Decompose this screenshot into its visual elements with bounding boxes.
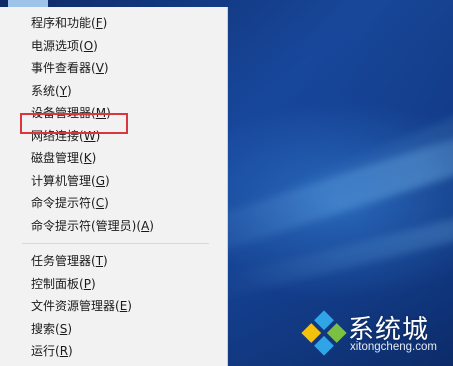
menu-item-search[interactable]: 搜索(S)	[0, 318, 227, 341]
menu-item-event-viewer[interactable]: 事件查看器(V)	[0, 57, 227, 80]
winx-context-menu: 程序和功能(F) 电源选项(O) 事件查看器(V) 系统(Y) 设备管理器(M)…	[0, 7, 228, 366]
menu-item-task-manager[interactable]: 任务管理器(T)	[0, 250, 227, 273]
menu-item-computer-management[interactable]: 计算机管理(G)	[0, 170, 227, 193]
menu-item-programs-features[interactable]: 程序和功能(F)	[0, 12, 227, 35]
menu-item-network-connections[interactable]: 网络连接(W)	[0, 125, 227, 148]
menu-item-device-manager[interactable]: 设备管理器(M)	[0, 102, 227, 125]
menu-item-command-prompt[interactable]: 命令提示符(C)	[0, 192, 227, 215]
menu-item-file-explorer[interactable]: 文件资源管理器(E)	[0, 295, 227, 318]
menu-item-command-prompt-admin[interactable]: 命令提示符(管理员)(A)	[0, 215, 227, 238]
menu-item-control-panel[interactable]: 控制面板(P)	[0, 273, 227, 296]
menu-item-run[interactable]: 运行(R)	[0, 340, 227, 363]
menu-item-system[interactable]: 系统(Y)	[0, 80, 227, 103]
watermark-url-text: xitongcheng.com	[350, 341, 437, 353]
menu-item-disk-management[interactable]: 磁盘管理(K)	[0, 147, 227, 170]
menu-item-power-options[interactable]: 电源选项(O)	[0, 35, 227, 58]
menu-separator	[22, 243, 209, 244]
watermark: 系统城 xitongcheng.com	[300, 305, 450, 361]
